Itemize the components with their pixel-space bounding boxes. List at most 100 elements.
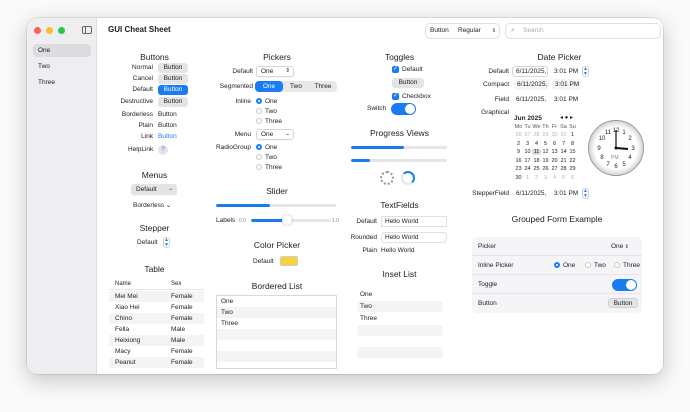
textfield-default[interactable]: Hello World: [381, 216, 447, 227]
calendar-day[interactable]: 27: [550, 166, 559, 172]
form-button[interactable]: Button: [608, 298, 638, 308]
calendar-day[interactable]: 27: [523, 132, 532, 138]
calendar-day[interactable]: 30: [550, 132, 559, 138]
calendar-day[interactable]: 4: [550, 175, 559, 181]
table-row[interactable]: Chino Female: [109, 313, 204, 324]
toggle-button[interactable]: Button: [392, 78, 424, 88]
calendar-day[interactable]: 1: [523, 175, 532, 181]
radiogroup-one[interactable]: [256, 144, 262, 150]
segment-three[interactable]: Three: [309, 81, 337, 92]
calendar-day[interactable]: 8: [568, 141, 577, 147]
inline-radio-one[interactable]: [256, 98, 262, 104]
dp-compact-time[interactable]: 3:01 PM: [552, 79, 582, 90]
normal-button[interactable]: Button: [158, 63, 188, 73]
textfield-plain[interactable]: Hello World: [381, 247, 414, 254]
default-checkbox[interactable]: ✓: [392, 66, 399, 73]
column-header-name[interactable]: Name: [115, 279, 131, 290]
dp-compact-date[interactable]: 6/11/2025,: [514, 79, 550, 90]
calendar-day[interactable]: 7: [559, 141, 568, 147]
calendar-day[interactable]: 2: [532, 175, 541, 181]
calendar-day[interactable]: 31: [559, 132, 568, 138]
calendar-day[interactable]: 30: [514, 175, 523, 181]
calendar-day[interactable]: 5: [541, 141, 550, 147]
switch-toggle[interactable]: [391, 103, 416, 115]
calendar-day[interactable]: 24: [523, 166, 532, 172]
calendar-day[interactable]: 18: [532, 158, 541, 164]
list-item[interactable]: Two: [217, 307, 336, 318]
list-item[interactable]: Three: [217, 318, 336, 329]
form-radio-three[interactable]: [614, 262, 620, 268]
calendar-day[interactable]: 10: [523, 149, 532, 155]
calendar-day[interactable]: 6: [568, 175, 577, 181]
table-row[interactable]: Fella Male: [109, 324, 204, 335]
calendar-nav-icon[interactable]: ◂ ● ▸: [560, 114, 573, 121]
color-well[interactable]: [280, 256, 298, 266]
calendar-day[interactable]: 28: [532, 132, 541, 138]
segment-two[interactable]: Two: [283, 81, 309, 92]
radiogroup-three[interactable]: [256, 164, 262, 170]
list-item[interactable]: Three: [357, 313, 443, 324]
table-row[interactable]: Xiao Hei Female: [109, 302, 204, 313]
dp-stepperfield-time[interactable]: 3:01 PM: [554, 190, 578, 197]
radiogroup-two[interactable]: [256, 154, 262, 160]
inline-radio-two[interactable]: [256, 108, 262, 114]
calendar-day[interactable]: 9: [514, 149, 523, 155]
inline-radio-three[interactable]: [256, 118, 262, 124]
calendar-day[interactable]: 19: [541, 158, 550, 164]
calendar-day[interactable]: 25: [532, 166, 541, 172]
slider-knob[interactable]: [282, 215, 292, 225]
menu-picker[interactable]: One ⌄: [256, 129, 294, 140]
column-header-sex[interactable]: Sex: [171, 279, 181, 290]
form-toggle-switch[interactable]: [612, 279, 637, 291]
checkbox[interactable]: ✓: [392, 93, 399, 100]
calendar-day[interactable]: 29: [568, 166, 577, 172]
calendar-day[interactable]: 22: [568, 158, 577, 164]
calendar-day[interactable]: 5: [559, 175, 568, 181]
stepper-control[interactable]: ▲ ▼: [163, 237, 170, 248]
calendar-day[interactable]: 3: [523, 141, 532, 147]
link-button[interactable]: Button: [158, 133, 177, 140]
calendar-day[interactable]: 26: [514, 132, 523, 138]
calendar-day[interactable]: 20: [550, 158, 559, 164]
default-button[interactable]: Button: [158, 85, 188, 95]
dp-default-time[interactable]: 3:01 PM: [554, 68, 578, 75]
calendar-day[interactable]: 23: [514, 166, 523, 172]
table-row[interactable]: Mei Mei Female: [109, 291, 204, 302]
borderless-button[interactable]: Button: [158, 111, 177, 118]
calendar-day[interactable]: 3: [541, 175, 550, 181]
slider-track[interactable]: [216, 204, 336, 207]
form-picker[interactable]: One ⇕: [611, 237, 629, 257]
dp-default-stepper[interactable]: ▲ ▼: [582, 66, 589, 77]
dp-stepperfield-date[interactable]: 6/11/2025,: [516, 190, 546, 197]
calendar-day[interactable]: 2: [514, 141, 523, 147]
plain-button[interactable]: Button: [158, 122, 177, 129]
table-row[interactable]: Peanut Female: [109, 357, 204, 368]
calendar-day[interactable]: 13: [550, 149, 559, 155]
list-item[interactable]: One: [357, 289, 443, 300]
list-item[interactable]: Two: [357, 301, 443, 312]
picker-default[interactable]: One ⇕: [256, 66, 294, 77]
dp-default-date[interactable]: 6/11/2025,: [512, 66, 548, 77]
calendar-day[interactable]: 6: [550, 141, 559, 147]
list-item[interactable]: One: [217, 296, 336, 307]
calendar-day[interactable]: 4: [532, 141, 541, 147]
form-radio-one[interactable]: [554, 262, 560, 268]
calendar-day[interactable]: 15: [568, 149, 577, 155]
cancel-button[interactable]: Button: [158, 74, 188, 84]
textfield-rounded[interactable]: Hello World: [381, 232, 447, 243]
dp-field-time[interactable]: 3:01 PM: [554, 96, 578, 103]
calendar-day[interactable]: 17: [523, 158, 532, 164]
calendar-day[interactable]: 14: [559, 149, 568, 155]
help-button[interactable]: ?: [158, 145, 168, 155]
dp-field-date[interactable]: 6/11/2025,: [516, 96, 546, 103]
segment-one[interactable]: One: [255, 81, 283, 92]
calendar-day[interactable]: 11: [532, 149, 541, 155]
table-row[interactable]: Macy Female: [109, 346, 204, 357]
calendar-day[interactable]: 1: [568, 132, 577, 138]
form-radio-two[interactable]: [585, 262, 591, 268]
table-row[interactable]: Heixiong Male: [109, 335, 204, 346]
destructive-button[interactable]: Button: [158, 97, 188, 107]
calendar-day[interactable]: 26: [541, 166, 550, 172]
default-menu[interactable]: Default ⌄: [131, 184, 177, 195]
borderless-menu[interactable]: Borderless ⌄: [133, 201, 171, 209]
